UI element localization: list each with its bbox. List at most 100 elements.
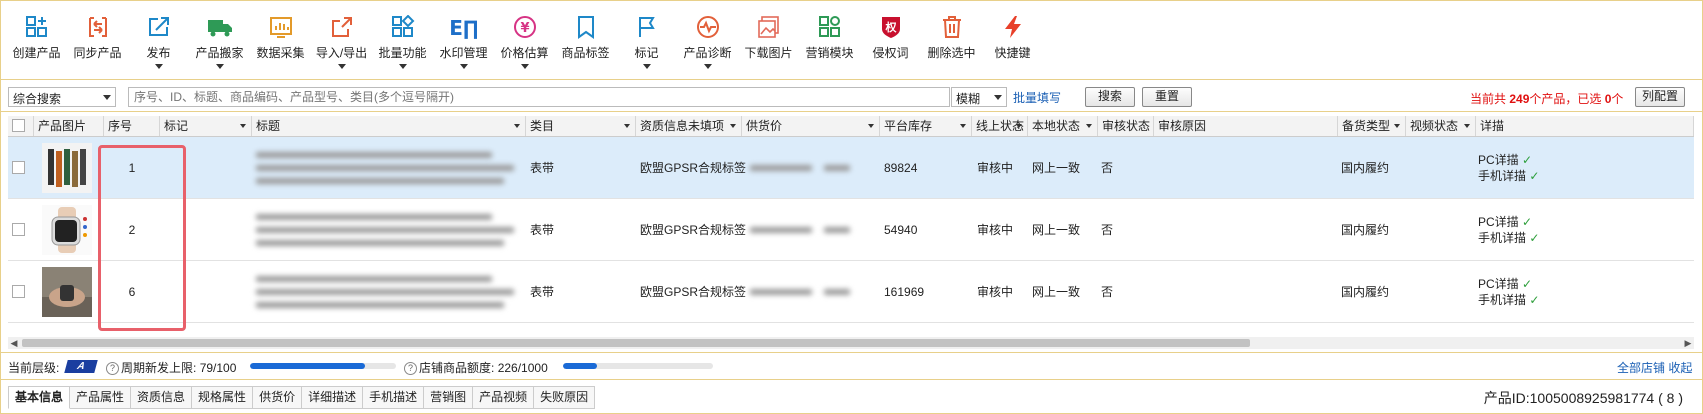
product-image[interactable]	[42, 199, 98, 260]
table-row[interactable]: 6 表带 欧盟GPSR合规标签 161969 审核中 网上一致否国内履约 PC详描 ✓ 手机详…	[8, 261, 1694, 323]
column-header[interactable]: 序号	[104, 116, 160, 136]
chevron-down-icon[interactable]	[730, 124, 736, 128]
row-checkbox[interactable]	[12, 161, 25, 174]
tab-2[interactable]: 资质信息	[131, 386, 193, 409]
column-header[interactable]: 标题	[252, 116, 526, 136]
toolbar-download-image-button[interactable]: 下载图片	[738, 8, 799, 76]
row-checkbox-cell[interactable]	[12, 261, 32, 322]
mobile-desc-link[interactable]: 手机详描 ✓	[1478, 230, 1539, 246]
column-header[interactable]: 审核状态	[1098, 116, 1154, 136]
toolbar-data-collect-button[interactable]: 数据采集	[250, 8, 311, 76]
column-header[interactable]: 平台库存	[880, 116, 972, 136]
scroll-right-icon[interactable]: ▶	[1682, 337, 1694, 349]
toolbar-import-export-button[interactable]: 导入/导出	[311, 8, 372, 76]
row-stock-type: 国内履约	[1341, 223, 1390, 237]
toolbar-trash-button[interactable]: 删除选中	[921, 8, 982, 76]
toolbar-watermark-button[interactable]: E∏ 水印管理	[433, 8, 494, 76]
chevron-down-icon[interactable]	[1086, 124, 1092, 128]
title-cell[interactable]	[256, 261, 522, 322]
column-header[interactable]: 本地状态	[1028, 116, 1098, 136]
column-header[interactable]: 供货价	[742, 116, 880, 136]
row-checkbox-cell[interactable]	[12, 199, 32, 260]
title-cell[interactable]	[256, 199, 522, 260]
chevron-down-icon[interactable]	[1016, 124, 1022, 128]
column-config-button[interactable]: 列配置	[1635, 87, 1685, 107]
tab-8[interactable]: 产品视频	[473, 386, 535, 409]
help-icon[interactable]: ?	[404, 362, 417, 376]
column-header[interactable]: 标记	[160, 116, 252, 136]
toolbar-label: 同步产品	[73, 46, 122, 60]
tab-4[interactable]: 供货价	[253, 386, 303, 409]
search-input[interactable]	[128, 87, 950, 107]
column-header-label: 平台库存	[884, 119, 933, 133]
help-icon[interactable]: ?	[106, 362, 119, 376]
toolbar-label: 产品诊断	[683, 46, 732, 60]
chevron-down-icon[interactable]	[868, 124, 874, 128]
horizontal-scrollbar[interactable]: ◀ ▶	[8, 337, 1694, 349]
table-row[interactable]: 1 表带 欧盟GPSR合规标签 89824 审核中 网上一致否国内履约 PC详描 ✓ 手机详描…	[8, 137, 1694, 199]
toolbar-create-product-button[interactable]: 创建产品	[6, 8, 67, 76]
product-image[interactable]	[42, 261, 98, 322]
column-header[interactable]: 审核原因	[1154, 116, 1338, 136]
toolbar-marketing-button[interactable]: 营销模块	[799, 8, 860, 76]
column-header[interactable]: 产品图片	[34, 116, 104, 136]
column-header[interactable]: 备货类型	[1338, 116, 1406, 136]
mobile-desc-link[interactable]: 手机详描 ✓	[1478, 292, 1539, 308]
pc-desc-link[interactable]: PC详描 ✓	[1478, 276, 1539, 292]
select-all-checkbox-cell[interactable]	[8, 116, 34, 136]
search-field-select[interactable]: 综合搜索	[8, 87, 116, 107]
mobile-desc-link[interactable]: 手机详描 ✓	[1478, 168, 1539, 184]
pc-desc-link[interactable]: PC详描 ✓	[1478, 152, 1539, 168]
all-shops-link[interactable]: 全部店铺 收起	[1617, 359, 1692, 376]
tab-3[interactable]: 规格属性	[192, 386, 254, 409]
product-image[interactable]	[42, 137, 98, 198]
tab-0[interactable]: 基本信息	[8, 386, 71, 409]
tab-7[interactable]: 营销图	[424, 386, 474, 409]
batch-fill-link[interactable]: 批量填写	[1013, 89, 1061, 106]
tab-9[interactable]: 失败原因	[534, 386, 596, 409]
scrollbar-thumb[interactable]	[22, 339, 1250, 347]
chevron-down-icon[interactable]	[514, 124, 520, 128]
row-checkbox-cell[interactable]	[12, 137, 32, 198]
shop-quota: ? 店铺商品额度: 226/1000	[404, 359, 548, 376]
chevron-down-icon[interactable]	[240, 124, 246, 128]
tab-5[interactable]: 详细描述	[302, 386, 364, 409]
column-header[interactable]: 详描	[1476, 116, 1694, 136]
toolbar-flag-button[interactable]: 标记	[616, 8, 677, 76]
column-header[interactable]: 线上状态	[972, 116, 1028, 136]
chevron-down-icon	[459, 64, 468, 69]
row-audit-status: 否	[1101, 223, 1114, 237]
toolbar-product-move-truck-button[interactable]: 产品搬家	[189, 8, 250, 76]
toolbar-publish-button[interactable]: 发布	[128, 8, 189, 76]
reset-button[interactable]: 重置	[1142, 87, 1192, 107]
toolbar-infringe-shield-button[interactable]: 权侵权词	[860, 8, 921, 76]
chevron-down-icon[interactable]	[960, 124, 966, 128]
row-checkbox[interactable]	[12, 223, 25, 236]
column-header[interactable]: 类目	[526, 116, 636, 136]
toolbar-batch-grid-button[interactable]: 批量功能	[372, 8, 433, 76]
column-header[interactable]: 视频状态	[1406, 116, 1476, 136]
table-row[interactable]: 2 表带 欧盟GPSR合规标签 54940 审核中 网上一致否国内履约 PC详描 ✓ 手机详描…	[8, 199, 1694, 261]
scroll-left-icon[interactable]: ◀	[8, 337, 20, 349]
toolbar-sync-product-button[interactable]: 同步产品	[67, 8, 128, 76]
toolbar-lightning-button[interactable]: 快捷键	[982, 8, 1043, 76]
tab-6[interactable]: 手机描述	[363, 386, 425, 409]
title-cell[interactable]	[256, 137, 522, 198]
toolbar-bookmark-button[interactable]: 商品标签	[555, 8, 616, 76]
toolbar-price-yen-button[interactable]: ¥ 价格估算	[494, 8, 555, 76]
chevron-down-icon[interactable]	[624, 124, 630, 128]
match-mode-select[interactable]: 模糊	[951, 87, 1007, 107]
cycle-value: 79/100	[199, 361, 237, 375]
collapse-link[interactable]: 收起	[1668, 361, 1692, 375]
chevron-down-icon[interactable]	[1464, 124, 1470, 128]
row-checkbox[interactable]	[12, 285, 25, 298]
all-shops-text[interactable]: 全部店铺	[1617, 361, 1665, 375]
pc-desc-link[interactable]: PC详描 ✓	[1478, 214, 1539, 230]
tab-1[interactable]: 产品属性	[70, 386, 132, 409]
chevron-down-icon[interactable]	[1394, 124, 1400, 128]
column-header[interactable]: 资质信息未填项	[636, 116, 742, 136]
toolbar-diagnose-button[interactable]: 产品诊断	[677, 8, 738, 76]
select-all-checkbox[interactable]	[12, 119, 25, 132]
row-qualification: 欧盟GPSR合规标签	[640, 285, 747, 299]
search-button[interactable]: 搜索	[1085, 87, 1135, 107]
